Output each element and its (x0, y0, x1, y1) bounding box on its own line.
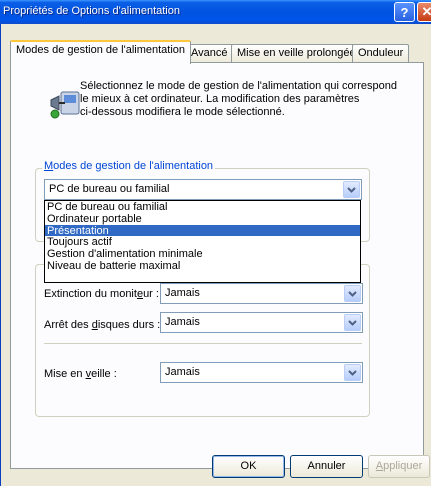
label-text: Mise en (44, 368, 86, 380)
window-title: Propriétés de Options d'alimentation (3, 5, 180, 17)
chevron-down-icon[interactable] (344, 314, 361, 331)
dropdown-option[interactable]: Toujours actif (45, 236, 360, 248)
tab-label: Onduleur (358, 47, 404, 59)
monitor-label: Extinction du moniteur : (44, 288, 159, 300)
close-icon: ✕ (421, 4, 431, 19)
power-options-icon (50, 91, 80, 119)
label-text: isques durs : (97, 319, 161, 331)
label-text: Arrêt des (44, 319, 92, 331)
power-schemes-legend: Modes de gestion de l'alimentation (42, 160, 216, 172)
tab-label: Modes de gestion de l'alimentation (16, 44, 186, 56)
description-line: le mieux à cet ordinateur. La modificati… (80, 93, 360, 105)
chevron-down-icon[interactable] (344, 364, 361, 381)
dropdown-option[interactable]: Gestion d'alimentation minimale (45, 248, 360, 260)
apply-accesskey: A (375, 460, 384, 472)
tab-advanced[interactable]: Avancé (185, 44, 234, 63)
help-icon: ? (400, 4, 409, 20)
power-scheme-dropdown: PC de bureau ou familial Ordinateur port… (44, 200, 361, 283)
dropdown-option[interactable]: PC de bureau ou familial (45, 201, 360, 213)
label-text: eille : (91, 368, 117, 380)
legend-text: odes de gestion de l'alimentation (53, 160, 214, 172)
cancel-button[interactable]: Annuler (290, 455, 363, 478)
tab-label: Avancé (191, 47, 228, 59)
apply-label: ppliquer (383, 460, 423, 472)
standby-label: Mise en veille : (44, 368, 117, 380)
tab-power-schemes[interactable]: Modes de gestion de l'alimentation (10, 40, 192, 64)
standby-value: Jamais (165, 366, 200, 378)
chevron-down-icon[interactable] (344, 285, 361, 302)
monitor-off-select[interactable]: Jamais (160, 283, 363, 304)
power-scheme-select[interactable]: PC de bureau ou familial (44, 179, 362, 200)
standby-select[interactable]: Jamais (160, 362, 363, 383)
ok-button[interactable]: OK (212, 455, 285, 478)
label-text: Extinction du monit (44, 288, 137, 300)
apply-button[interactable]: Appliquer (368, 455, 430, 478)
legend-accesskey: M (44, 160, 54, 172)
tab-hibernate[interactable]: Mise en veille prolongée (231, 44, 362, 63)
title-bar[interactable]: Propriétés de Options d'alimentation ? ✕ (0, 0, 431, 24)
separator (44, 343, 362, 344)
help-button[interactable]: ? (394, 2, 415, 22)
tab-ups[interactable]: Onduleur (352, 44, 410, 63)
chevron-down-icon[interactable] (343, 181, 360, 198)
dialog-body: Modes de gestion de l'alimentation Avanc… (0, 24, 431, 486)
label-text: ur : (143, 288, 159, 300)
disks-label: Arrêt des disques durs : (44, 319, 160, 331)
description-line: ci-dessous modifiera le mode sélectionné… (80, 106, 285, 118)
monitor-off-value: Jamais (165, 287, 200, 299)
description-text: Sélectionnez le mode de gestion de l'ali… (80, 80, 400, 119)
dropdown-option-highlighted[interactable]: Présentation (45, 224, 360, 236)
hard-disks-off-value: Jamais (165, 316, 200, 328)
dropdown-option[interactable]: Ordinateur portable (45, 213, 360, 225)
tab-label: Mise en veille prolongée (237, 47, 356, 59)
dropdown-option[interactable]: Niveau de batterie maximal (45, 260, 360, 272)
hard-disks-off-select[interactable]: Jamais (160, 312, 363, 333)
close-button[interactable]: ✕ (417, 2, 431, 22)
power-scheme-value: PC de bureau ou familial (49, 183, 170, 195)
description-line: Sélectionnez le mode de gestion de l'ali… (80, 80, 398, 92)
